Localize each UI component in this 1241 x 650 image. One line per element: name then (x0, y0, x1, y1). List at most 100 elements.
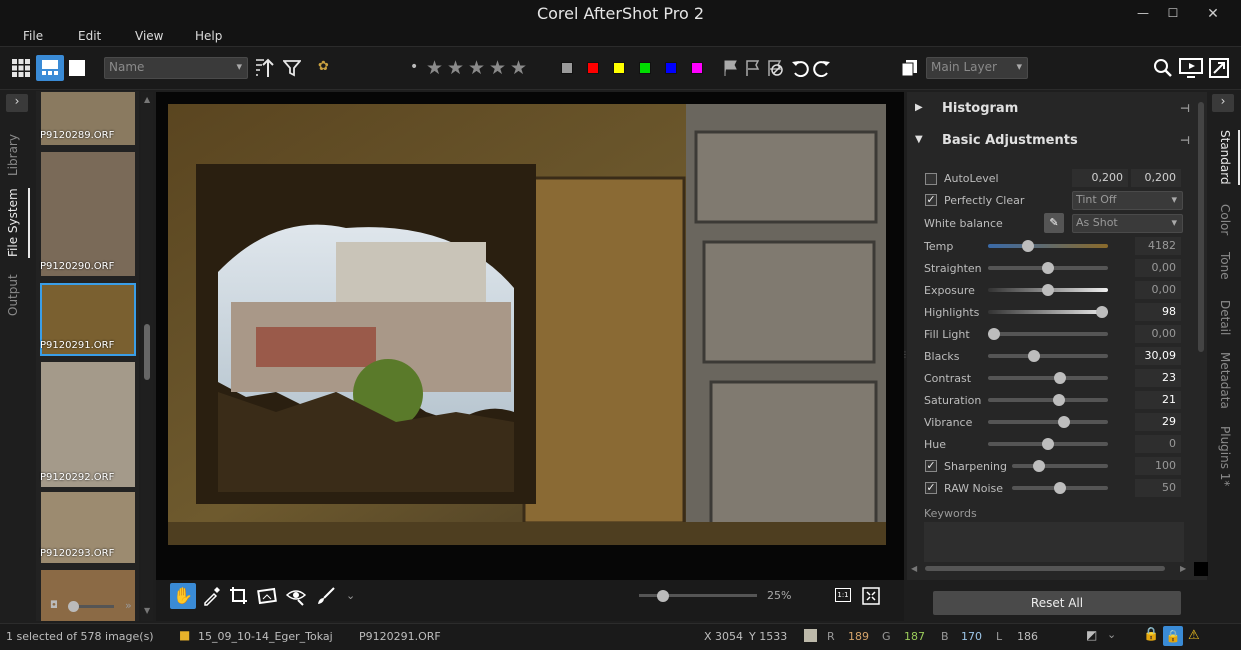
tab-standard[interactable]: Standard (1212, 130, 1232, 185)
slider-knob[interactable] (1027, 350, 1040, 362)
thumbnail[interactable] (40, 361, 136, 488)
layers-icon[interactable] (901, 59, 919, 77)
autolevel-value-2[interactable]: 0,200 (1131, 169, 1181, 187)
keywords-field[interactable] (924, 522, 1184, 562)
slider-value[interactable]: 30,09 (1135, 347, 1181, 365)
next-icon[interactable]: » (125, 599, 132, 612)
sharpening-checkbox[interactable]: ✓ (925, 460, 937, 472)
slider-value[interactable]: 23 (1135, 369, 1181, 387)
search-icon[interactable] (1153, 58, 1173, 78)
tab-output[interactable]: Output (6, 274, 20, 316)
slider-knob[interactable] (1042, 284, 1054, 296)
tab-metadata[interactable]: Metadata (1212, 352, 1232, 409)
tab-library[interactable]: Library (6, 134, 20, 176)
fullscreen-icon[interactable] (1209, 58, 1229, 78)
thumb-size-knob[interactable] (68, 601, 79, 612)
slider-value[interactable]: 4182 (1135, 237, 1181, 255)
menu-view[interactable]: View (135, 29, 163, 43)
slider-value[interactable]: 21 (1135, 391, 1181, 409)
star-icon[interactable]: ★ (468, 58, 485, 78)
thumbnail-scrollbar[interactable]: ▲ ▼ (141, 92, 153, 621)
tab-plugins-1[interactable]: Plugins 1* (1212, 426, 1232, 486)
expand-left-button[interactable]: › (6, 94, 28, 112)
adjustment-slider[interactable] (988, 438, 1108, 450)
close-icon[interactable]: ✕ (1203, 6, 1223, 22)
star-icon[interactable]: ★ (510, 58, 527, 78)
white-balance-select[interactable]: As Shot ▾ (1072, 214, 1183, 233)
scroll-up-icon[interactable]: ▲ (144, 95, 150, 104)
slider-knob[interactable] (1057, 416, 1070, 428)
crop-icon[interactable] (229, 586, 247, 606)
zoom-1to1-icon[interactable]: 1:1 (835, 588, 851, 602)
brush-icon[interactable] (316, 586, 336, 606)
thumbnail[interactable] (40, 151, 136, 277)
lock-icon[interactable]: 🔒 (1143, 627, 1159, 642)
current-folder[interactable]: 15_09_10-14_Eger_Tokaj (198, 630, 333, 643)
unflag-icon[interactable] (767, 60, 783, 76)
autolevel-checkbox[interactable] (925, 173, 937, 185)
slider-value[interactable]: 0 (1135, 435, 1181, 453)
tint-select[interactable]: Tint Off ▾ (1072, 191, 1183, 210)
slider-knob[interactable] (1052, 394, 1065, 406)
minimize-icon[interactable]: — (1133, 6, 1153, 22)
expand-right-button[interactable]: › (1212, 94, 1234, 112)
thumb-size-slider[interactable] (68, 601, 114, 612)
slider-knob[interactable] (988, 328, 1000, 340)
raw-noise-knob[interactable] (1054, 482, 1066, 494)
slider-knob[interactable] (1042, 262, 1054, 274)
slider-value[interactable]: 29 (1135, 413, 1181, 431)
image-viewer[interactable] (156, 92, 904, 580)
chevron-down-icon[interactable]: ⌄ (1107, 628, 1116, 641)
slider-knob[interactable] (1096, 306, 1108, 318)
raw-noise-slider[interactable] (1012, 482, 1108, 494)
color-profile-icon[interactable]: ◩ (1086, 628, 1097, 642)
straighten-icon[interactable] (257, 586, 277, 606)
autolevel-value-1[interactable]: 0,200 (1072, 169, 1128, 187)
tab-color[interactable]: Color (1212, 204, 1232, 235)
filter-icon[interactable] (283, 59, 301, 77)
red-eye-icon[interactable] (286, 586, 306, 606)
single-view-icon[interactable] (69, 60, 85, 76)
pin-icon[interactable]: ⊣ (1180, 134, 1190, 147)
star-icon[interactable]: ★ (447, 58, 464, 78)
tools-more-icon[interactable]: ⌄ (346, 589, 355, 602)
sharpening-slider[interactable] (1012, 460, 1108, 472)
menu-help[interactable]: Help (195, 29, 222, 43)
histogram-section-header[interactable]: ▶ Histogram ⊣ (907, 96, 1207, 124)
perfectly-clear-checkbox[interactable]: ✓ (925, 194, 937, 206)
lock-active-icon[interactable]: 🔒 (1163, 626, 1183, 646)
slider-value[interactable]: 0,00 (1135, 325, 1181, 343)
scroll-right-icon[interactable]: ▶ (1180, 564, 1186, 573)
color-label-swatch[interactable] (613, 62, 625, 74)
adjustment-slider[interactable] (988, 394, 1108, 406)
slider-knob[interactable] (1021, 240, 1034, 252)
eyedropper-icon[interactable] (202, 586, 220, 606)
scroll-down-icon[interactable]: ▼ (144, 606, 150, 615)
basic-adjustments-header[interactable]: ▼ Basic Adjustments ⊣ (907, 128, 1207, 156)
slideshow-icon[interactable] (1179, 58, 1203, 78)
raw-noise-value[interactable]: 50 (1135, 479, 1181, 497)
adjustment-slider[interactable] (988, 284, 1108, 296)
adjustment-slider[interactable] (988, 262, 1108, 274)
reset-all-button[interactable]: Reset All (933, 591, 1181, 615)
flag-icon[interactable] (723, 60, 739, 76)
layer-select[interactable]: Main Layer ▾ (926, 57, 1028, 79)
pan-tool-icon[interactable]: ✋ (170, 583, 196, 609)
panel-scrollbar-thumb[interactable] (1198, 102, 1204, 352)
zoom-fit-icon[interactable] (862, 587, 880, 605)
tab-file-system[interactable]: File System (6, 188, 20, 257)
tab-detail[interactable]: Detail (1212, 300, 1232, 335)
adjustment-slider[interactable] (988, 350, 1108, 362)
warning-icon[interactable]: ⚠ (1188, 628, 1200, 643)
slider-knob[interactable] (1054, 372, 1066, 384)
sort-select[interactable]: Name ▾ (104, 57, 248, 79)
sharpening-value[interactable]: 100 (1135, 457, 1181, 475)
adjustment-slider[interactable] (988, 372, 1108, 384)
pin-icon[interactable]: ⊣ (1180, 102, 1190, 115)
tab-tone[interactable]: Tone (1212, 252, 1232, 280)
adjustment-slider[interactable] (988, 328, 1108, 340)
thumbnail[interactable] (40, 569, 136, 621)
rating-clear-dot[interactable]: • (410, 59, 418, 75)
scroll-left-icon[interactable]: ◀ (911, 564, 917, 573)
color-label-swatch[interactable] (561, 62, 573, 74)
